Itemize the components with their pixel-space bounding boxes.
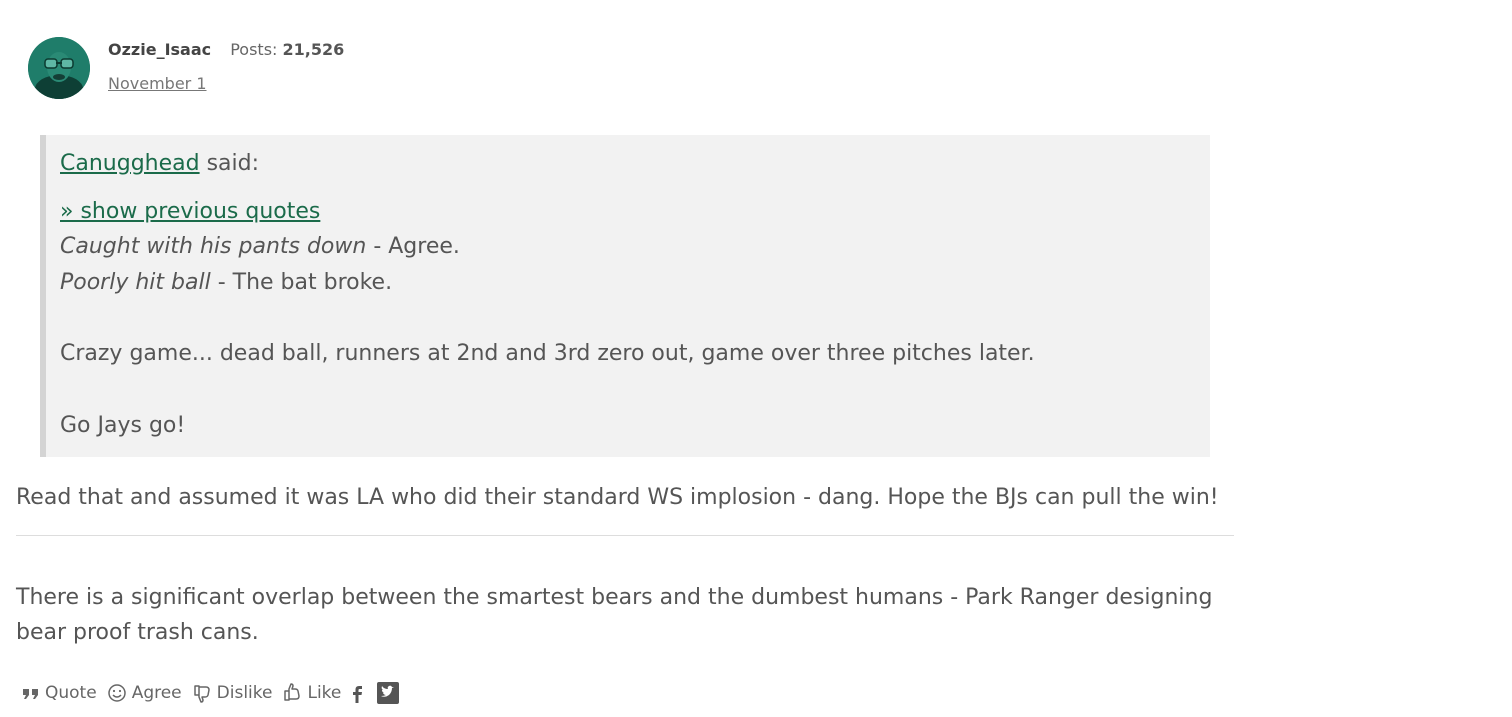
quote-icon bbox=[23, 689, 38, 699]
smiley-icon bbox=[107, 684, 126, 702]
post-date-link[interactable]: November 1 bbox=[108, 74, 207, 93]
like-button[interactable]: Like bbox=[282, 683, 341, 703]
twitter-icon bbox=[377, 682, 400, 704]
quote-author-link[interactable]: Canugghead bbox=[60, 151, 200, 176]
posts-count-value: 21,526 bbox=[282, 40, 345, 59]
agree-label: Agree bbox=[131, 683, 182, 703]
avatar-image bbox=[28, 37, 90, 99]
post-body: Read that and assumed it was LA who did … bbox=[16, 485, 1219, 510]
quote-said-label: said: bbox=[206, 151, 260, 176]
quote-button[interactable]: Quote bbox=[22, 683, 97, 703]
user-signature: There is a significant overlap between t… bbox=[16, 585, 1213, 645]
quote-paragraph: Crazy game... dead ball, runners at 2nd … bbox=[60, 341, 1035, 366]
thumbs-down-icon bbox=[193, 685, 210, 703]
avatar[interactable] bbox=[28, 37, 90, 99]
posts-count-label: Posts: 21,526 bbox=[230, 40, 345, 59]
quote-line: Poorly hit ball - The bat broke. bbox=[60, 270, 393, 295]
signature-divider bbox=[16, 535, 1234, 536]
blockquote: Canugghead said: » show previous quotes … bbox=[40, 135, 1210, 457]
quote-attribution: Canugghead said: bbox=[60, 151, 259, 176]
quote-label: Quote bbox=[45, 683, 97, 703]
quote-paragraph: Go Jays go! bbox=[60, 413, 186, 438]
like-label: Like bbox=[307, 683, 342, 703]
reaction-bar: Quote Agree Dislike Like bbox=[22, 682, 413, 704]
author-line: Ozzie_Isaac Posts: 21,526 bbox=[108, 40, 344, 59]
dislike-button[interactable]: Dislike bbox=[192, 683, 273, 703]
facebook-icon bbox=[353, 686, 363, 703]
thumbs-up-icon bbox=[284, 683, 301, 701]
quote-line: Caught with his pants down - Agree. bbox=[60, 234, 460, 259]
show-previous-quotes-link[interactable]: » show previous quotes bbox=[60, 199, 320, 224]
dislike-label: Dislike bbox=[216, 683, 273, 703]
share-facebook-button[interactable] bbox=[351, 683, 363, 703]
author-username-link[interactable]: Ozzie_Isaac bbox=[108, 40, 211, 59]
share-twitter-button[interactable] bbox=[377, 682, 400, 704]
agree-button[interactable]: Agree bbox=[107, 683, 182, 703]
